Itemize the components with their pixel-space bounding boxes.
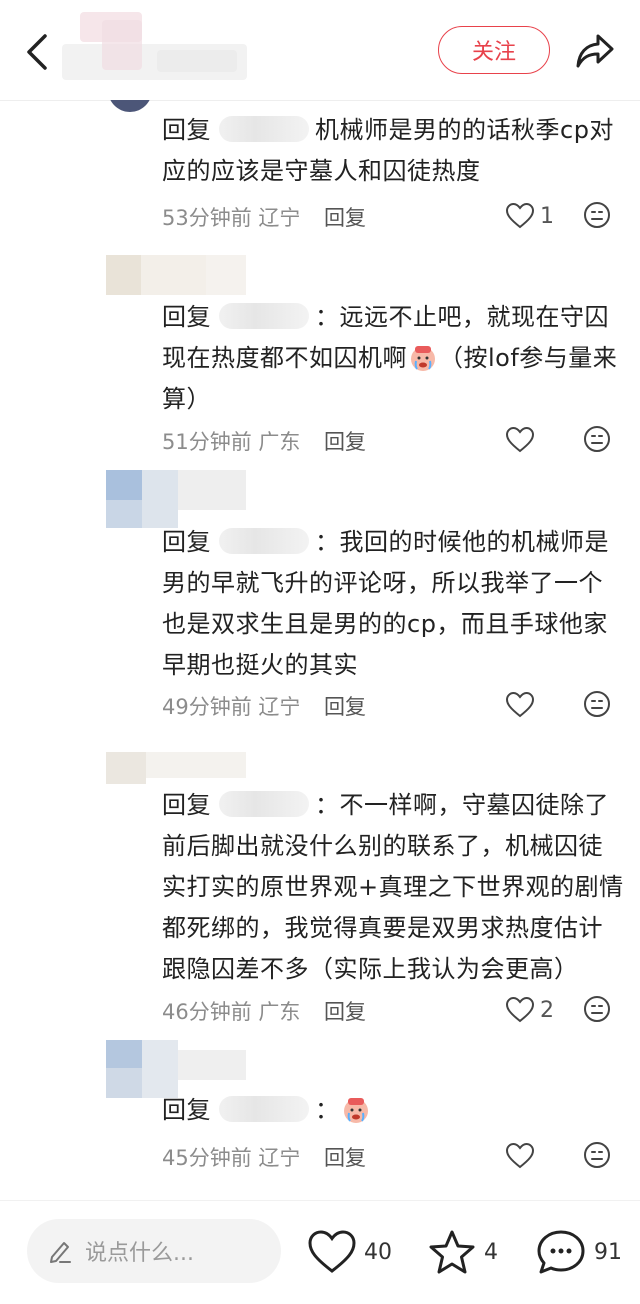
emoji-reaction-icon[interactable] bbox=[582, 994, 612, 1024]
comment-meta: 45分钟前 辽宁 回复 bbox=[162, 1140, 612, 1172]
reply-prefix: 回复 bbox=[162, 528, 211, 556]
mention-username[interactable] bbox=[219, 116, 309, 142]
star-icon bbox=[429, 1230, 475, 1274]
reply-button[interactable]: 回复 bbox=[324, 426, 366, 456]
like-count: 40 bbox=[364, 1239, 392, 1265]
avatar[interactable] bbox=[106, 752, 246, 784]
share-icon bbox=[576, 34, 614, 68]
comment-text: 回复 ：我回的时候他的机械师是男的早就飞升的评论呀，所以我举了一个也是双求生且是男… bbox=[162, 522, 624, 686]
comment-text: 回复 ： bbox=[162, 1090, 624, 1131]
comment-body: ： bbox=[315, 1096, 340, 1124]
top-bar: 关注 bbox=[0, 0, 640, 100]
like-button[interactable] bbox=[506, 1140, 540, 1172]
emoji-reaction-icon[interactable] bbox=[582, 200, 612, 230]
heart-icon bbox=[506, 427, 534, 453]
like-count: 2 bbox=[540, 997, 554, 1023]
bottom-action-bar: 说点什么... 40 4 91 bbox=[0, 1200, 640, 1304]
reply-prefix: 回复 bbox=[162, 303, 211, 331]
pencil-icon bbox=[50, 1242, 71, 1263]
comment-input[interactable]: 说点什么... bbox=[27, 1219, 281, 1283]
mention-username[interactable] bbox=[219, 528, 309, 554]
like-button[interactable]: 2 bbox=[506, 994, 554, 1026]
heart-icon bbox=[506, 997, 534, 1023]
comment-text: 回复 机械师是男的的话秋季cp对应的应该是守墓人和囚徒热度 bbox=[162, 110, 624, 192]
reply-prefix: 回复 bbox=[162, 1096, 211, 1124]
share-button[interactable] bbox=[574, 30, 616, 72]
follow-button[interactable]: 关注 bbox=[438, 26, 550, 74]
crying-emoji-icon bbox=[343, 1098, 368, 1123]
comment-text: 回复 ：不一样啊，守墓囚徒除了前后脚出就没什么别的联系了，机械囚徒实打实的原世界观… bbox=[162, 785, 624, 990]
comment-body: ：不一样啊，守墓囚徒除了前后脚出就没什么别的联系了，机械囚徒实打实的原世界观+真… bbox=[162, 791, 624, 983]
favorite-button[interactable]: 4 bbox=[428, 1229, 498, 1275]
like-button[interactable]: 1 bbox=[506, 200, 554, 232]
mention-username[interactable] bbox=[219, 303, 309, 329]
comment-meta: 46分钟前 广东 回复 2 bbox=[162, 994, 612, 1026]
mention-username[interactable] bbox=[219, 1096, 309, 1122]
back-button[interactable] bbox=[22, 30, 52, 74]
header-divider bbox=[0, 100, 640, 101]
reply-prefix: 回复 bbox=[162, 116, 211, 144]
reply-button[interactable]: 回复 bbox=[324, 202, 366, 232]
emoji-reaction-icon[interactable] bbox=[582, 424, 612, 454]
comment-meta: 53分钟前 辽宁 回复 1 bbox=[162, 200, 612, 232]
comment-text: 回复 ：远远不止吧，就现在守囚现在热度都不如囚机啊 （按lof参与量来算） bbox=[162, 297, 624, 420]
emoji-reaction-icon[interactable] bbox=[582, 689, 612, 719]
comment-count-button[interactable]: 91 bbox=[536, 1229, 622, 1275]
author-name-blurred bbox=[62, 10, 247, 80]
back-arrow-icon bbox=[27, 34, 47, 70]
avatar[interactable] bbox=[106, 255, 246, 295]
like-count: 1 bbox=[540, 203, 554, 229]
timestamp-location: 53分钟前 辽宁 bbox=[162, 206, 301, 230]
avatar[interactable] bbox=[106, 470, 246, 528]
timestamp-location: 51分钟前 广东 bbox=[162, 430, 301, 454]
comment-meta: 51分钟前 广东 回复 bbox=[162, 424, 612, 456]
mention-username[interactable] bbox=[219, 791, 309, 817]
like-button[interactable] bbox=[506, 689, 540, 721]
crying-emoji-icon bbox=[411, 346, 435, 371]
reply-prefix: 回复 bbox=[162, 791, 211, 819]
heart-icon bbox=[506, 203, 534, 229]
timestamp-location: 46分钟前 广东 bbox=[162, 1000, 301, 1024]
like-button[interactable] bbox=[506, 424, 540, 456]
comment-bubble-icon bbox=[537, 1230, 585, 1274]
reply-button[interactable]: 回复 bbox=[324, 691, 366, 721]
comment-count: 91 bbox=[594, 1239, 622, 1265]
comment-meta: 49分钟前 辽宁 回复 bbox=[162, 689, 612, 721]
favorite-count: 4 bbox=[484, 1239, 498, 1265]
emoji-reaction-icon[interactable] bbox=[582, 1140, 612, 1170]
heart-icon bbox=[506, 1143, 534, 1169]
reply-button[interactable]: 回复 bbox=[324, 1142, 366, 1172]
heart-icon bbox=[506, 692, 534, 718]
timestamp-location: 49分钟前 辽宁 bbox=[162, 695, 301, 719]
like-post-button[interactable]: 40 bbox=[308, 1229, 392, 1275]
heart-icon bbox=[308, 1230, 356, 1273]
input-placeholder: 说点什么... bbox=[85, 1241, 194, 1266]
reply-button[interactable]: 回复 bbox=[324, 996, 366, 1026]
timestamp-location: 45分钟前 辽宁 bbox=[162, 1146, 301, 1170]
